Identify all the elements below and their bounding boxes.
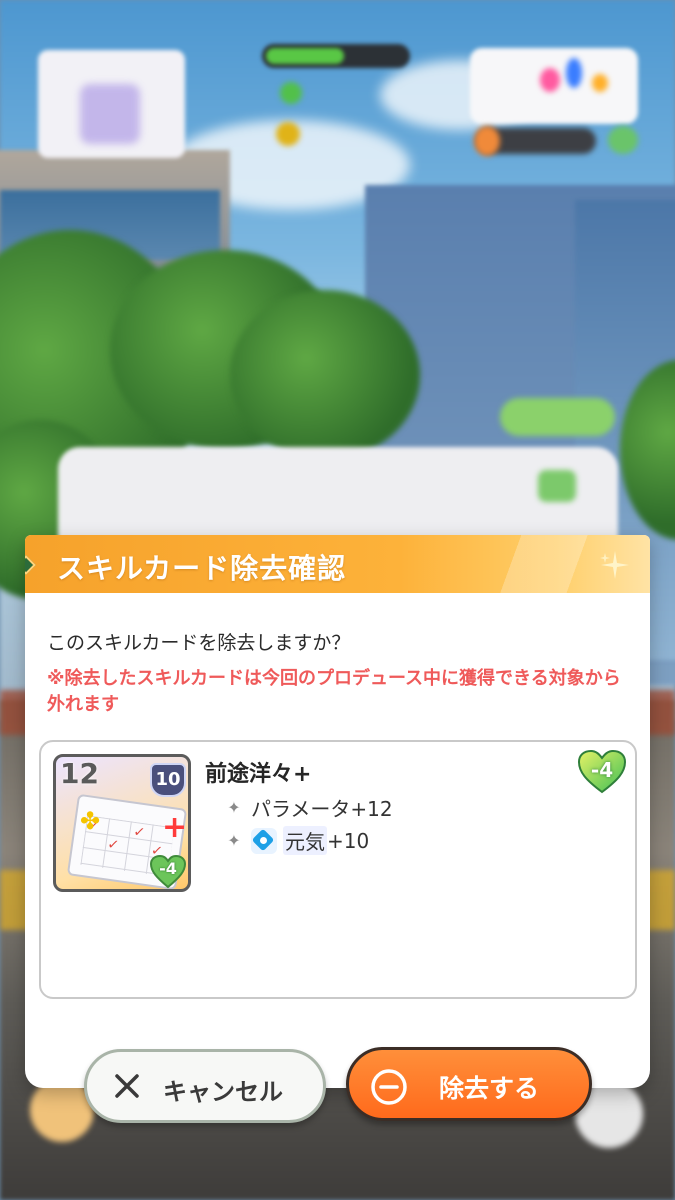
background-heart-icon [538, 470, 576, 502]
remove-skill-card-dialog: スキルカード除去確認 このスキルカードを除去しますか？ ※除去したスキルカードは… [25, 535, 650, 1088]
hud-coin-icon [276, 122, 300, 146]
plus-icon: + [162, 810, 188, 845]
dialog-title: スキルカード除去確認 [57, 552, 347, 585]
card-effect: ✦ パラメータ+12 [225, 793, 393, 822]
sparkle-icon [599, 549, 631, 581]
remove-button-label: 除去する [439, 1074, 540, 1103]
card-name: 前途洋々+ [205, 762, 312, 787]
effect-keyword: 元気 [283, 826, 327, 855]
hud-leaf-icon [608, 126, 638, 154]
close-icon [115, 1074, 139, 1098]
card-level-badge: 10 [150, 763, 186, 797]
hud-heart-icon [280, 82, 302, 104]
card-heart-value: -4 [159, 859, 177, 878]
card-effect: ✦ 元気 +10 [225, 826, 369, 855]
background-green-pill [500, 398, 615, 436]
stamina-cost-value: -4 [590, 758, 614, 782]
hud-param-icon [592, 74, 608, 92]
hud-flame-icon [474, 126, 500, 156]
effect-text: パラメータ+12 [251, 797, 393, 821]
tree [230, 290, 420, 460]
confirm-question: このスキルカードを除去しますか？ [47, 632, 351, 654]
dialog-header: スキルカード除去確認 [25, 535, 650, 593]
sparkle-bullet-icon: ✦ [227, 831, 241, 850]
hud-param-icon [540, 68, 560, 92]
genki-icon [251, 827, 277, 854]
stamina-cost-badge: -4 [577, 749, 627, 794]
effect-value: +10 [327, 828, 370, 853]
clover-icon: ✤ [80, 807, 101, 835]
diamond-icon [25, 555, 36, 575]
remove-button[interactable]: 除去する [346, 1047, 592, 1121]
minus-circle-icon [371, 1069, 407, 1105]
hud-stamina-fill [266, 48, 344, 64]
hud-portrait-glyph [80, 84, 140, 144]
check-mark-icon: ✓ [106, 836, 121, 854]
check-mark-icon: ✓ [132, 823, 147, 842]
skill-card-panel: ✓ ✓ ✓ ✓ ✤ + 12 10 -4 前途洋々+ ✦ パラメータ+12 ✦ [39, 740, 637, 999]
skill-card-image[interactable]: ✓ ✓ ✓ ✓ ✤ + 12 10 -4 [53, 754, 191, 892]
warning-text: ※除去したスキルカードは今回のプロデュース中に獲得できる対象から外れます [47, 668, 621, 715]
card-cost: 12 [60, 757, 99, 790]
hud-param-icon [566, 58, 582, 88]
sparkle-bullet-icon: ✦ [227, 798, 241, 817]
card-heart-cost: -4 [149, 854, 187, 889]
cancel-button-label: キャンセル [163, 1078, 283, 1106]
cancel-button[interactable]: キャンセル [84, 1049, 326, 1123]
